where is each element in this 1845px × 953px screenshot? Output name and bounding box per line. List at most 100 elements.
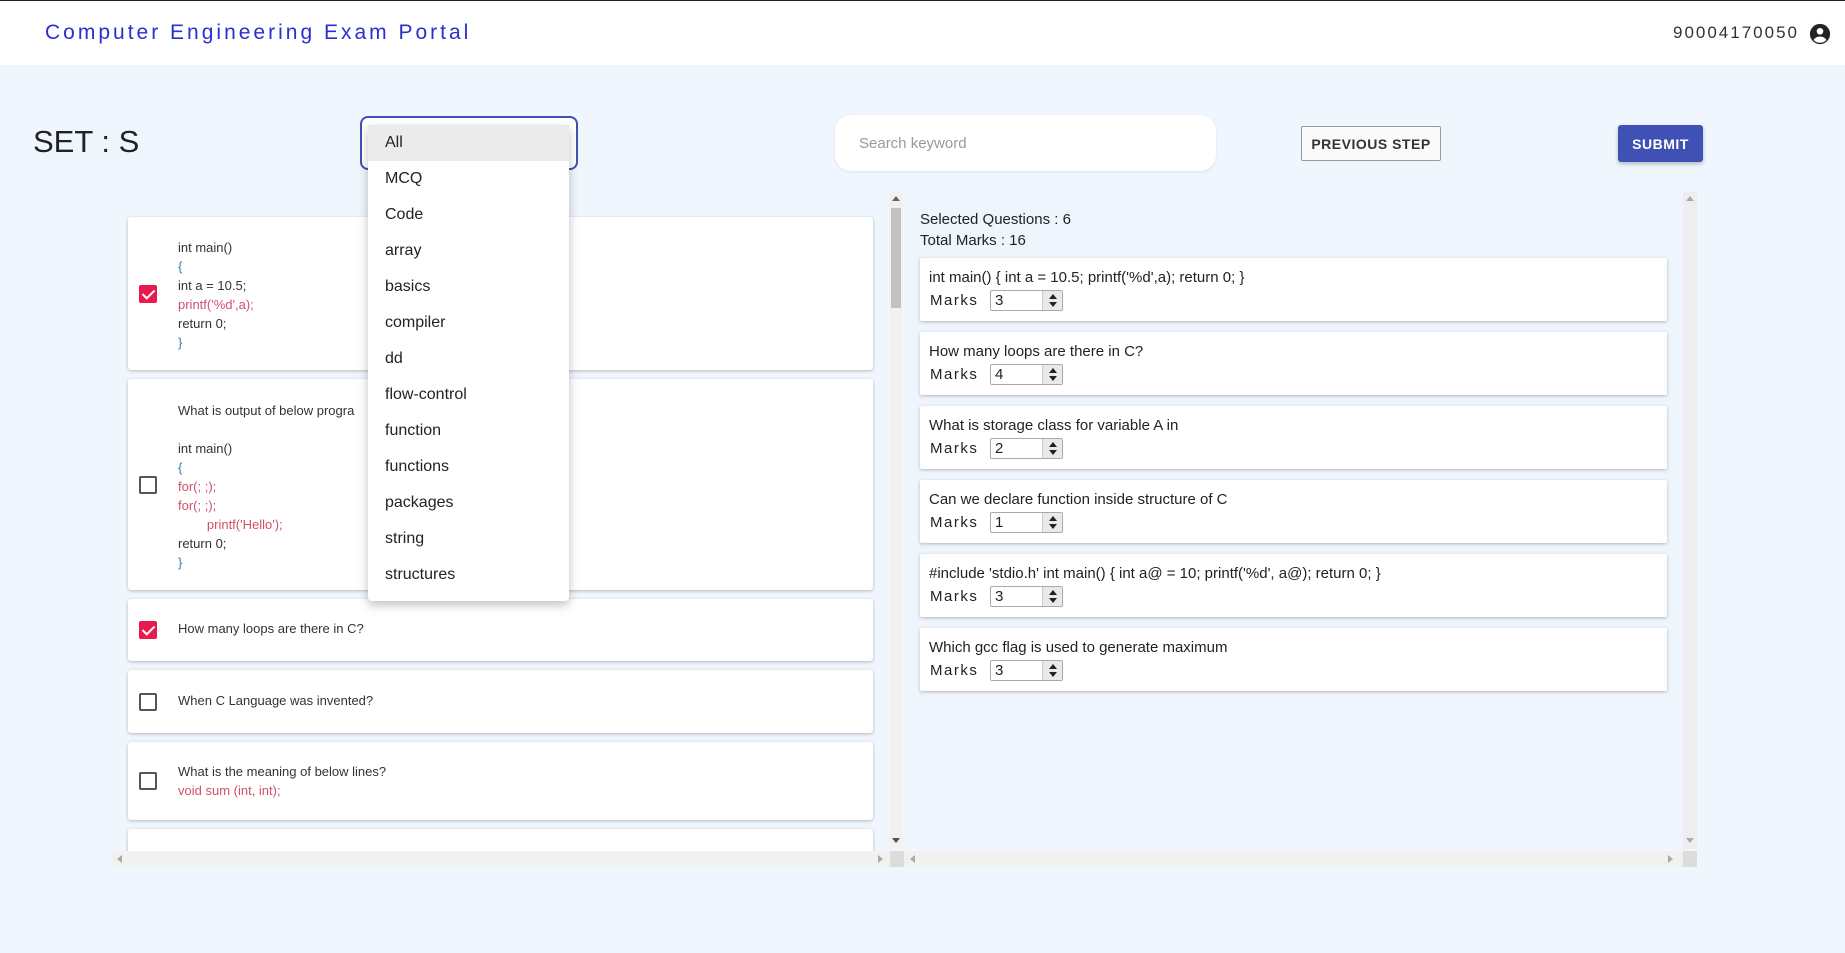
marks-label: Marks [930,366,979,383]
marks-stepper[interactable]: 1 [990,512,1063,533]
marks-stepper[interactable]: 4 [990,364,1063,385]
scroll-left-icon[interactable] [910,855,915,863]
increment-icon[interactable] [1049,664,1057,669]
dropdown-option-dd[interactable]: dd [368,341,569,377]
scroll-left-icon[interactable] [117,855,122,863]
app-title: Computer Engineering Exam Portal [45,21,472,44]
question-card[interactable]: How many loops are there in C? [128,599,873,661]
selected-question-card: #include 'stdio.h' int main() { int a@ =… [920,554,1667,617]
dropdown-option-array[interactable]: array [368,233,569,269]
increment-icon[interactable] [1049,516,1057,521]
decrement-icon[interactable] [1049,598,1057,603]
dropdown-option-flow-control[interactable]: flow-control [368,377,569,413]
dropdown-option-mcq[interactable]: MCQ [368,161,569,197]
dropdown-option-packages[interactable]: packages [368,485,569,521]
selected-question-title: Can we declare function inside structure… [929,491,1228,508]
scroll-up-icon[interactable] [1686,196,1694,201]
question-checkbox[interactable] [139,692,157,711]
selected-list: int main() { int a = 10.5; printf('%d',a… [920,258,1667,702]
question-checkbox[interactable] [139,772,157,790]
question-card[interactable]: When C Language was invented? [128,670,873,733]
code-line: printf('%d',a); [178,297,254,312]
decrement-icon[interactable] [1049,376,1057,381]
dropdown-option-function[interactable]: function [368,413,569,449]
marks-value[interactable]: 1 [995,514,1003,531]
marks-label: Marks [930,514,979,531]
category-dropdown-menu[interactable]: All MCQ Code array basics compiler dd fl… [368,125,569,601]
increment-icon[interactable] [1049,368,1057,373]
selected-question-card: What is storage class for variable A in … [920,406,1667,469]
dropdown-option-structures[interactable]: structures [368,557,569,593]
marks-stepper[interactable]: 3 [990,660,1063,681]
dropdown-option-basics[interactable]: basics [368,269,569,305]
code-line: int main() [178,441,233,456]
dropdown-option-compiler[interactable]: compiler [368,305,569,341]
scroll-down-icon[interactable] [1686,838,1694,843]
top-app-bar: Computer Engineering Exam Portal 9000417… [0,0,1845,65]
search-input[interactable] [835,115,1216,171]
marks-stepper[interactable]: 3 [990,290,1063,311]
dropdown-option-code[interactable]: Code [368,197,569,233]
selected-question-card: Which gcc flag is used to generate maxim… [920,628,1667,691]
code-line: } [178,555,183,570]
code-line: return 0; [178,316,227,331]
question-list-hscrollbar[interactable] [112,851,890,867]
decrement-icon[interactable] [1049,672,1057,677]
selected-questions-panel[interactable]: Selected Questions : 6 Total Marks : 16 … [904,192,1687,849]
marks-stepper[interactable]: 2 [990,438,1063,459]
spin-buttons[interactable] [1042,587,1062,606]
increment-icon[interactable] [1049,590,1057,595]
scroll-right-icon[interactable] [878,855,883,863]
scroll-thumb[interactable] [891,208,901,308]
code-line: What is output of below progra [178,403,355,418]
selected-list-scrollbar[interactable] [1683,192,1697,849]
marks-value[interactable]: 2 [995,440,1003,457]
code-line: int main() [178,240,233,255]
question-checkbox[interactable] [139,621,157,639]
increment-icon[interactable] [1049,294,1057,299]
decrement-icon[interactable] [1049,450,1057,455]
code-line: int a = 10.5; [178,278,247,293]
scroll-down-icon[interactable] [892,838,900,843]
question-text: What is the meaning of below lines? void… [128,742,873,800]
selected-question-card: int main() { int a = 10.5; printf('%d',a… [920,258,1667,321]
selected-question-title: How many loops are there in C? [929,343,1144,360]
account-circle-icon[interactable] [1809,23,1831,45]
question-card[interactable]: What is the meaning of below lines? void… [128,742,873,820]
dropdown-option-functions[interactable]: functions [368,449,569,485]
submit-button[interactable]: SUBMIT [1618,125,1703,162]
dropdown-option-string[interactable]: string [368,521,569,557]
decrement-icon[interactable] [1049,302,1057,307]
selected-count: Selected Questions : 6 [920,211,1071,228]
scroll-right-icon[interactable] [1668,855,1673,863]
marks-stepper[interactable]: 3 [990,586,1063,607]
spin-buttons[interactable] [1042,365,1062,384]
selected-question-title: int main() { int a = 10.5; printf('%d',a… [929,269,1245,286]
question-list-scrollbar[interactable] [889,192,903,849]
scroll-up-icon[interactable] [892,196,900,201]
previous-step-button[interactable]: PREVIOUS STEP [1301,126,1441,161]
decrement-icon[interactable] [1049,524,1057,529]
spin-buttons[interactable] [1042,661,1062,680]
question-checkbox[interactable] [139,475,157,494]
selected-list-hscrollbar[interactable] [904,851,1683,867]
spin-buttons[interactable] [1042,291,1062,310]
marks-value[interactable]: 3 [995,588,1003,605]
code-line: for(; ;); [178,498,217,513]
marks-label: Marks [930,440,979,457]
selection-summary: Selected Questions : 6 Total Marks : 16 [920,209,1071,251]
dropdown-option-all[interactable]: All [368,125,569,161]
total-marks: Total Marks : 16 [920,232,1026,249]
selected-question-title: Which gcc flag is used to generate maxim… [929,639,1228,656]
marks-label: Marks [930,662,979,679]
question-checkbox[interactable] [139,284,157,303]
code-line: for(; ;); [178,479,217,494]
search-box[interactable] [835,115,1216,171]
marks-value[interactable]: 3 [995,292,1003,309]
marks-value[interactable]: 4 [995,366,1003,383]
marks-value[interactable]: 3 [995,662,1003,679]
spin-buttons[interactable] [1042,439,1062,458]
increment-icon[interactable] [1049,442,1057,447]
question-text: How many loops are there in C? [178,621,364,636]
spin-buttons[interactable] [1042,513,1062,532]
